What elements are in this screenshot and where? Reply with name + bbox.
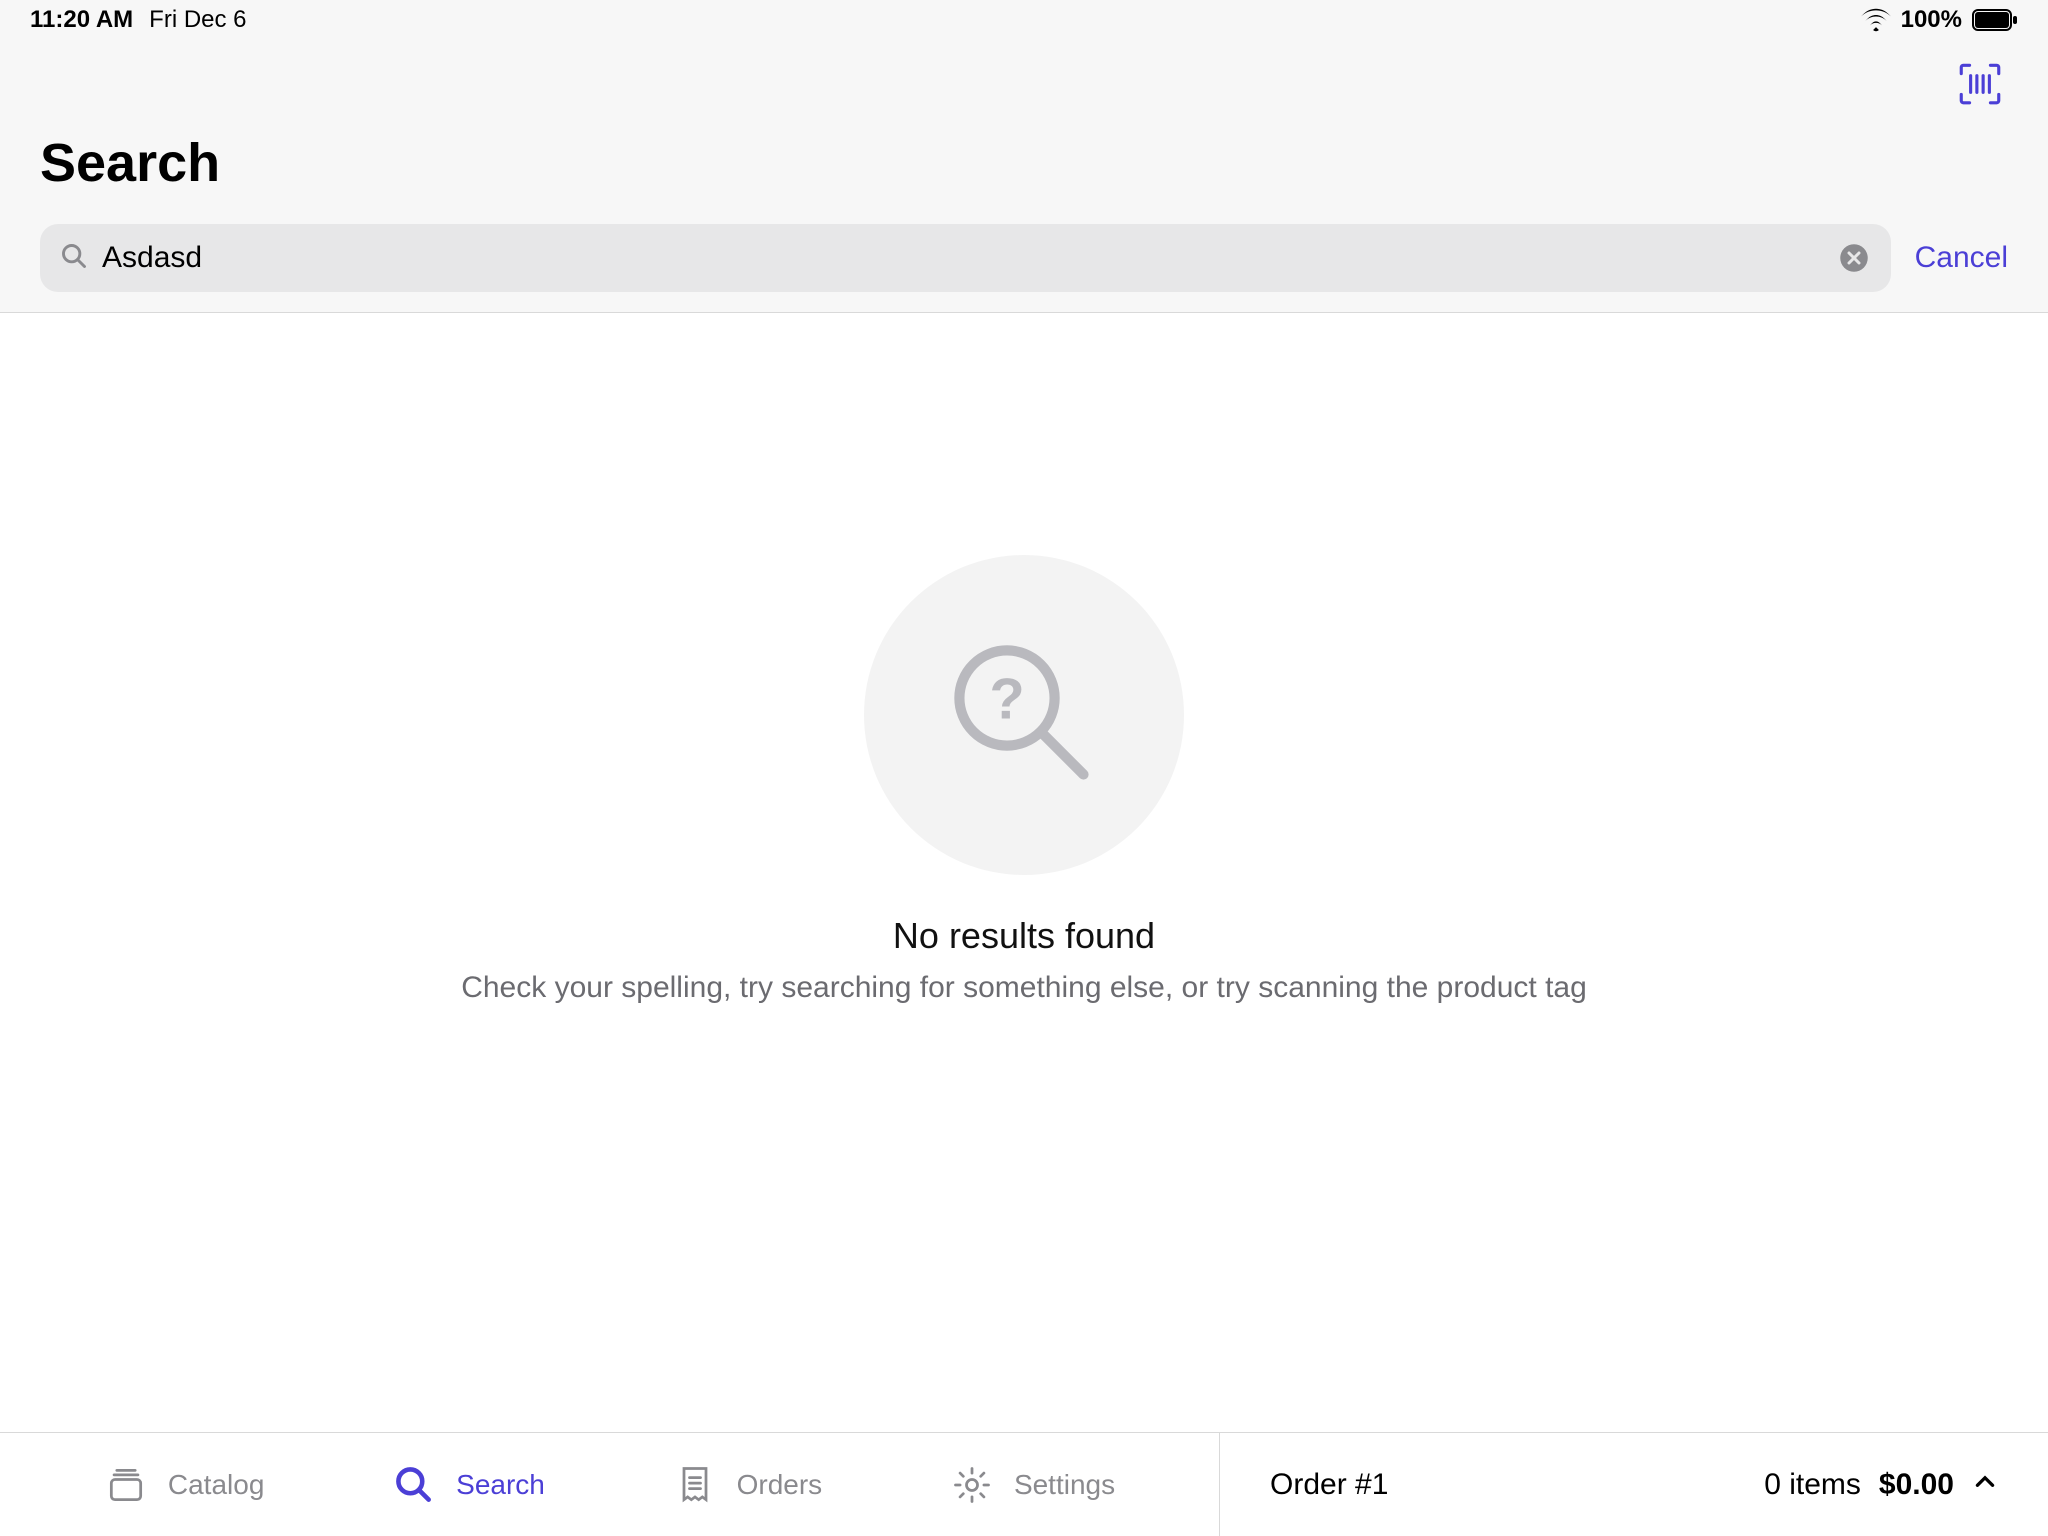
status-battery-pct: 100% [1901,6,1962,34]
gear-icon [950,1463,994,1507]
tab-label: Orders [737,1469,823,1501]
search-field[interactable] [40,224,1891,292]
empty-state-subtitle: Check your spelling, try searching for s… [461,971,1587,1005]
battery-icon [1972,9,2018,31]
tab-orders[interactable]: Orders [673,1463,823,1507]
receipt-icon [673,1463,717,1507]
svg-text:?: ? [989,667,1024,731]
search-header: Search Cancel [0,40,2048,313]
tab-label: Settings [1014,1469,1115,1501]
tab-search[interactable]: Search [392,1463,545,1507]
order-items-count: 0 items [1764,1468,1861,1502]
cancel-button[interactable]: Cancel [1915,241,2008,275]
page-title: Search [40,132,2008,194]
empty-state-illustration: ? [864,555,1184,875]
empty-state-title: No results found [893,915,1155,957]
search-icon [60,242,88,275]
tab-bar: Catalog Search Orders Settings [0,1433,1220,1536]
search-results-empty: ? No results found Check your spelling, … [0,345,2048,1432]
status-bar: 11:20 AM Fri Dec 6 100% [0,0,2048,40]
order-summary-bar[interactable]: Order #1 0 items $0.00 [1220,1433,2048,1536]
search-input[interactable] [102,241,1823,275]
status-time: 11:20 AM [30,6,133,34]
barcode-scan-button[interactable] [1952,56,2008,112]
order-label: Order #1 [1270,1468,1388,1502]
order-total: $0.00 [1879,1468,1954,1502]
tab-settings[interactable]: Settings [950,1463,1115,1507]
status-date: Fri Dec 6 [149,6,246,34]
tab-label: Search [456,1469,545,1501]
chevron-up-icon [1972,1468,1998,1502]
bottom-bar: Catalog Search Orders Settings Order #1 … [0,1432,2048,1536]
catalog-icon [104,1463,148,1507]
clear-search-button[interactable] [1837,241,1871,275]
wifi-icon [1861,8,1891,32]
tab-label: Catalog [168,1469,265,1501]
search-icon [392,1463,436,1507]
tab-catalog[interactable]: Catalog [104,1463,265,1507]
